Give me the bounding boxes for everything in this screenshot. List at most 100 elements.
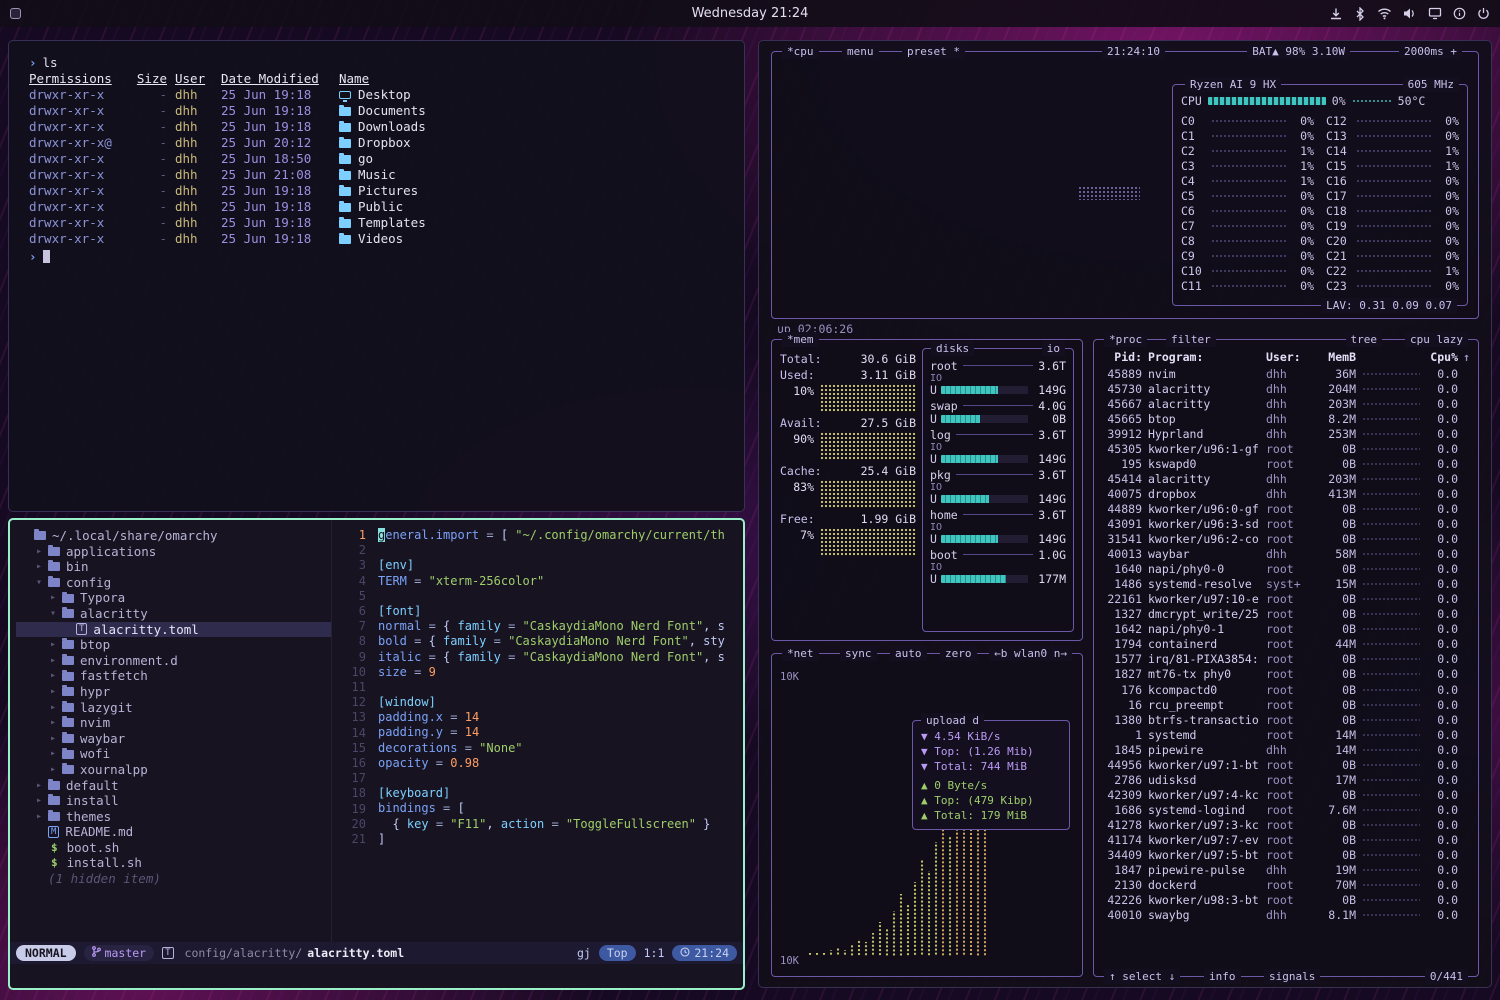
- code-line[interactable]: italic = { family = "CaskaydiaMono Nerd …: [378, 650, 743, 665]
- code-line[interactable]: [378, 680, 743, 695]
- download-icon[interactable]: [1329, 7, 1343, 21]
- code-line[interactable]: [378, 543, 743, 558]
- tree-item[interactable]: (1 hidden item): [16, 871, 331, 887]
- code-line[interactable]: [keyboard]: [378, 786, 743, 801]
- proc-row[interactable]: 1640napi/phy0-0root0B0.0: [1102, 562, 1470, 577]
- proc-row[interactable]: 1577irq/81-PIXA3854:root0B0.0: [1102, 652, 1470, 667]
- proc-row[interactable]: 1486systemd-resolvesyst+15M0.0: [1102, 577, 1470, 592]
- code-line[interactable]: opacity = 0.98: [378, 756, 743, 771]
- proc-row[interactable]: 41174kworker/u97:7-evroot0B0.0: [1102, 832, 1470, 847]
- volume-icon[interactable]: [1403, 7, 1417, 20]
- proc-row[interactable]: 1847pipewire-pulsedhh19M0.0: [1102, 863, 1470, 878]
- tree-item[interactable]: ~/.local/share/omarchy: [16, 528, 331, 544]
- net-zero-toggle[interactable]: zero: [940, 646, 977, 661]
- proc-row[interactable]: 39912Hyprlanddhh253M0.0: [1102, 426, 1470, 441]
- code-line[interactable]: padding.y = 14: [378, 725, 743, 740]
- sort-selector[interactable]: cpu lazy: [1405, 332, 1468, 347]
- tree-item[interactable]: ▸install: [16, 793, 331, 809]
- proc-row[interactable]: 45730alacrittydhh204M0.0: [1102, 381, 1470, 396]
- proc-row[interactable]: 41278kworker/u97:3-kcroot0B0.0: [1102, 817, 1470, 832]
- tree-item[interactable]: $install.sh: [16, 855, 331, 871]
- power-icon[interactable]: [1477, 7, 1490, 20]
- col-program[interactable]: Program:: [1148, 350, 1266, 366]
- tree-item[interactable]: ▸environment.d: [16, 653, 331, 669]
- code-line[interactable]: [env]: [378, 558, 743, 573]
- proc-row[interactable]: 42309kworker/u97:4-kcroot0B0.0: [1102, 787, 1470, 802]
- info-icon[interactable]: [1453, 7, 1466, 20]
- proc-row[interactable]: 40013waybardhh58M0.0: [1102, 547, 1470, 562]
- code-line[interactable]: normal = { family = "CaskaydiaMono Nerd …: [378, 619, 743, 634]
- tree-item[interactable]: ▸Typora: [16, 590, 331, 606]
- wifi-icon[interactable]: [1377, 7, 1392, 20]
- editor-pane[interactable]: 123456789101112131415161718192021 genera…: [332, 520, 743, 942]
- net-auto-toggle[interactable]: auto: [890, 646, 927, 661]
- code-line[interactable]: [window]: [378, 695, 743, 710]
- col-memb[interactable]: MemB: [1314, 350, 1356, 366]
- proc-row[interactable]: 1845pipewiredhh14M0.0: [1102, 742, 1470, 757]
- proc-row[interactable]: 176kcompactd0root0B0.0: [1102, 682, 1470, 697]
- proc-row[interactable]: 1380btrfs-transactioroot0B0.0: [1102, 712, 1470, 727]
- tree-item[interactable]: ▸bin: [16, 559, 331, 575]
- update-interval[interactable]: 2000ms +: [1399, 44, 1462, 59]
- proc-row[interactable]: 40010swaybgdhh8.1M0.0: [1102, 908, 1470, 923]
- proc-row[interactable]: 45414alacrittydhh203M0.0: [1102, 471, 1470, 486]
- proc-row[interactable]: 22161kworker/u97:10-eroot0B0.0: [1102, 592, 1470, 607]
- proc-row[interactable]: 42226kworker/u98:3-btroot0B0.0: [1102, 893, 1470, 908]
- code-line[interactable]: TERM = "xterm-256color": [378, 574, 743, 589]
- code-line[interactable]: size = 9: [378, 665, 743, 680]
- menu-button[interactable]: menu: [842, 44, 879, 59]
- code-line[interactable]: general.import = [ "~/.config/omarchy/cu…: [378, 528, 743, 543]
- proc-row[interactable]: 16rcu_preemptroot0B0.0: [1102, 697, 1470, 712]
- proc-row[interactable]: 1327dmcrypt_write/25root0B0.0: [1102, 607, 1470, 622]
- tree-item[interactable]: ▸nvim: [16, 715, 331, 731]
- proc-row[interactable]: 1systemdroot14M0.0: [1102, 727, 1470, 742]
- tree-item[interactable]: ▾config: [16, 575, 331, 591]
- info-button[interactable]: info: [1204, 969, 1241, 984]
- tree-item[interactable]: ▸default: [16, 778, 331, 794]
- proc-row[interactable]: 45667alacrittydhh203M0.0: [1102, 396, 1470, 411]
- tree-item[interactable]: ▾alacritty: [16, 606, 331, 622]
- tree-item[interactable]: ▸wofi: [16, 746, 331, 762]
- proc-row[interactable]: 44956kworker/u97:1-btroot0B0.0: [1102, 757, 1470, 772]
- tree-item[interactable]: ▸hypr: [16, 684, 331, 700]
- tree-item[interactable]: $boot.sh: [16, 840, 331, 856]
- proc-row[interactable]: 2130dockerdroot70M0.0: [1102, 878, 1470, 893]
- proc-row[interactable]: 45305kworker/u96:1-gfroot0B0.0: [1102, 441, 1470, 456]
- net-sync-toggle[interactable]: sync: [840, 646, 877, 661]
- net-panel-label[interactable]: upload d: [921, 713, 984, 728]
- tree-item[interactable]: ▸xournalpp: [16, 762, 331, 778]
- code-line[interactable]: { key = "F11", action = "ToggleFullscree…: [378, 817, 743, 832]
- proc-row[interactable]: 40075dropboxdhh413M0.0: [1102, 486, 1470, 501]
- code-line[interactable]: [font]: [378, 604, 743, 619]
- select-hint[interactable]: ↑ select ↓: [1104, 969, 1180, 984]
- tree-item[interactable]: Talacritty.toml: [16, 622, 331, 638]
- proc-row[interactable]: 1827mt76-tx phy0root0B0.0: [1102, 667, 1470, 682]
- proc-row[interactable]: 195kswapd0root0B0.0: [1102, 456, 1470, 471]
- proc-row[interactable]: 2786udisksdroot17M0.0: [1102, 772, 1470, 787]
- workspace-indicator[interactable]: [10, 8, 21, 19]
- proc-row[interactable]: 1642napi/phy0-1root0B0.0: [1102, 622, 1470, 637]
- display-icon[interactable]: [1428, 7, 1442, 20]
- bluetooth-icon[interactable]: [1354, 7, 1366, 21]
- proc-row[interactable]: 45889nvimdhh36M0.0: [1102, 366, 1470, 381]
- preset-button[interactable]: preset *: [902, 44, 965, 59]
- tree-item[interactable]: ▸applications: [16, 544, 331, 560]
- disks-title[interactable]: disks: [931, 341, 974, 356]
- code-line[interactable]: [378, 771, 743, 786]
- code-line[interactable]: decorations = "None": [378, 741, 743, 756]
- proc-row[interactable]: 34409kworker/u97:5-btroot0B0.0: [1102, 848, 1470, 863]
- proc-row[interactable]: 45665btopdhh8.2M0.0: [1102, 411, 1470, 426]
- tree-toggle[interactable]: tree: [1346, 332, 1383, 347]
- proc-row[interactable]: 31541kworker/u96:2-coroot0B0.0: [1102, 532, 1470, 547]
- filter-button[interactable]: filter: [1166, 332, 1216, 347]
- col-cpu[interactable]: Cpu%: [1426, 350, 1458, 366]
- net-interface[interactable]: ←b wlan0 n→: [989, 646, 1072, 661]
- code-line[interactable]: bold = { family = "CaskaydiaMono Nerd Fo…: [378, 634, 743, 649]
- terminal-window-ls[interactable]: ›ls PermissionsSizeUserDate ModifiedName…: [8, 40, 745, 512]
- tree-item[interactable]: ▸fastfetch: [16, 668, 331, 684]
- code-line[interactable]: bindings = [: [378, 801, 743, 816]
- tree-item[interactable]: MREADME.md: [16, 824, 331, 840]
- scroll-up-indicator[interactable]: ↑: [1458, 350, 1470, 366]
- code-line[interactable]: [378, 589, 743, 604]
- tree-item[interactable]: ▸lazygit: [16, 700, 331, 716]
